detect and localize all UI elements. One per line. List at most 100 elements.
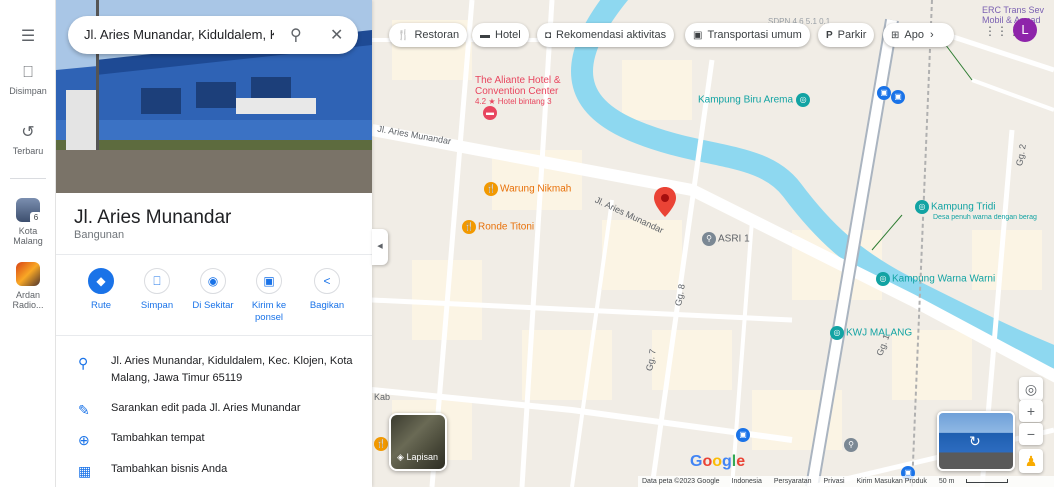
nearby-button[interactable]: ◉ Di Sekitar <box>183 268 243 312</box>
poi-hotel[interactable]: The Aliante Hotel & Convention Center 4.… <box>475 75 561 120</box>
close-icon[interactable]: ✕ <box>330 25 343 45</box>
recent-button[interactable]: ↺ Terbaru <box>0 122 56 156</box>
add-business-text: Tambahkan bisnis Anda <box>111 463 228 475</box>
add-place-row[interactable]: ⊕ Tambahkan tempat <box>56 430 372 450</box>
chip-hotels[interactable]: ▬ Hotel <box>472 23 529 47</box>
poi-kampung-biru[interactable]: Kampung Biru Arema ◎ <box>698 93 812 107</box>
restaurant-pin-icon[interactable]: 🍴 <box>374 437 388 451</box>
recent-thumbnail <box>16 262 40 286</box>
saved-label: Disimpan <box>9 86 47 96</box>
directions-button[interactable]: ◆ Rute <box>71 268 131 312</box>
camera-icon: ◘ <box>545 29 552 41</box>
parking-icon: P <box>826 29 833 41</box>
pegman-button[interactable]: ♟ <box>1019 449 1043 473</box>
chip-parking[interactable]: P Parkir <box>818 23 875 47</box>
directions-label: Rute <box>90 300 112 311</box>
poi-warung-nikmah[interactable]: 🍴 Warung Nikmah <box>484 182 571 196</box>
privacy-link[interactable]: Privasi <box>824 478 845 485</box>
bookmark-icon: ⎕ <box>144 268 170 294</box>
attraction-pin-icon: ◎ <box>796 93 811 107</box>
chip-restaurants[interactable]: 🍴 Restoran <box>389 23 468 47</box>
map-footer: Data peta ©2023 Google Indonesia Persyar… <box>638 476 1054 487</box>
search-box[interactable]: Jl. Aries Munandar, Kiduldalem, Kec. Klo… <box>68 16 358 54</box>
plus-icon: + <box>1026 403 1036 419</box>
restaurant-icon: 🍴 <box>397 29 410 41</box>
chip-label: Parkir <box>837 29 867 41</box>
share-icon: < <box>314 268 340 294</box>
poi-rating: 4.2 ★ Hotel bintang 3 <box>475 97 552 106</box>
poi-asri[interactable]: ⚲ ASRI 1 <box>702 232 750 246</box>
bus-stop-icon[interactable]: ▣ <box>736 428 750 442</box>
poi-kampung-warna-warni[interactable]: ◎ Kampung Warna Warni <box>876 272 995 286</box>
recent-item-ardan-radio[interactable]: Ardan Radio... <box>0 262 56 310</box>
recent-thumbnail: 6 <box>16 198 42 224</box>
map-canvas[interactable]: 🍴 Restoran ▬ Hotel ◘ Rekomendasi aktivitas … <box>372 0 1054 487</box>
recent-item-label: Ardan <box>15 290 41 300</box>
chip-label: Restoran <box>414 29 460 41</box>
add-business-row[interactable]: ▦ Tambahkan bisnis Anda <box>56 461 372 481</box>
poi-ronde-titoni[interactable]: 🍴 Ronde Titoni <box>462 220 534 234</box>
zoom-in-button[interactable]: + <box>1019 400 1043 422</box>
feedback-link[interactable]: Kirim Masukan Produk <box>856 478 926 485</box>
street-view-thumbnail[interactable]: ↻ <box>937 411 1015 471</box>
share-button[interactable]: < Bagikan <box>297 268 357 312</box>
bed-icon: ▬ <box>480 29 490 41</box>
scale-label[interactable]: 50 m <box>939 478 955 485</box>
hotel-pin-icon: ▬ <box>483 106 497 120</box>
avatar[interactable]: L <box>1013 18 1037 42</box>
address-text: Jl. Aries Munandar, Kiduldalem, Kec. Klo… <box>111 355 353 384</box>
pegman-icon: ♟ <box>1024 453 1038 469</box>
chip-pharmacy[interactable]: ⊞ Apo › <box>883 23 954 47</box>
menu-button[interactable]: ☰ <box>0 26 56 50</box>
bus-icon: ▣ <box>693 29 703 41</box>
bus-stop-icon[interactable]: ▣ <box>891 90 905 104</box>
poi-label: Ronde Titoni <box>478 221 535 233</box>
suggest-edit-row[interactable]: ✎ Sarankan edit pada Jl. Aries Munandar <box>56 400 372 420</box>
my-location-button[interactable]: ◎ <box>1019 377 1043 401</box>
chip-things-to-do[interactable]: ◘ Rekomendasi aktivitas <box>537 23 675 47</box>
restaurant-pin-icon: 🍴 <box>462 220 476 234</box>
send-to-phone-label: Kirim ke ponsel <box>251 300 287 323</box>
rotate-360-icon: ↻ <box>969 433 981 449</box>
layers-label: Lapisan <box>406 452 438 462</box>
chevron-right-icon[interactable]: › <box>930 29 934 41</box>
chip-label: Transportasi umum <box>707 29 802 41</box>
google-logo: Google <box>690 453 746 470</box>
recent-item-label: Radio... <box>12 300 44 310</box>
bus-stop-icon[interactable]: ▣ <box>877 86 891 100</box>
terms-link[interactable]: Persyaratan <box>774 478 812 485</box>
layers-button[interactable]: ◈ Lapisan <box>389 413 447 471</box>
recent-item-label: Kota <box>18 226 38 236</box>
chip-transit[interactable]: ▣ Transportasi umum <box>685 23 810 47</box>
nearby-label: Di Sekitar <box>192 300 234 311</box>
chip-label: Hotel <box>495 29 521 41</box>
recent-item-kota-malang[interactable]: 6 Kota Malang <box>0 198 56 246</box>
place-title: Jl. Aries Munandar <box>74 207 232 228</box>
place-pin-icon[interactable]: ⚲ <box>844 438 858 452</box>
restaurant-pin-icon: 🍴 <box>484 182 498 196</box>
saved-button[interactable]: ⎕ Disimpan <box>0 64 56 96</box>
country-link[interactable]: Indonesia <box>732 478 762 485</box>
chip-label: Apo <box>904 29 924 41</box>
place-panel: Jl. Aries Munandar, Kiduldalem, Kec. Klo… <box>56 0 372 487</box>
street-label: Kab <box>374 392 391 402</box>
nearby-icon: ◉ <box>200 268 226 294</box>
collapse-panel-button[interactable]: ◀ <box>372 229 388 265</box>
poi-label: Kampung Biru Arema <box>698 94 794 106</box>
rail-divider <box>10 178 46 179</box>
pharmacy-icon: ⊞ <box>891 29 900 41</box>
search-icon[interactable]: ⚲ <box>290 25 302 45</box>
maps-app: ☰ ⎕ Disimpan ↺ Terbaru 6 Kota Malang Ard… <box>0 0 1054 487</box>
add-place-text: Tambahkan tempat <box>111 432 205 444</box>
zoom-out-button[interactable]: − <box>1019 423 1043 445</box>
suggest-edit-text: Sarankan edit pada Jl. Aries Munandar <box>111 402 301 414</box>
poi-kampung-tridi[interactable]: ◎ Kampung Tridi Desa penuh warna dengan b… <box>915 200 1051 221</box>
save-button[interactable]: ⎕ Simpan <box>127 268 187 312</box>
address-row[interactable]: ⚲ Jl. Aries Munandar, Kiduldalem, Kec. K… <box>56 353 372 389</box>
send-to-phone-button[interactable]: ▣ Kirim ke ponsel <box>239 268 299 324</box>
poi-label: KWJ MALANG <box>846 327 913 339</box>
poi-kwj-malang[interactable]: ◎ KWJ MALANG <box>830 326 912 340</box>
poi-label: Kampung Warna Warni <box>892 273 996 285</box>
search-input[interactable]: Jl. Aries Munandar, Kiduldalem, Kec. Klo… <box>84 27 274 42</box>
place-category: Bangunan <box>74 229 125 241</box>
